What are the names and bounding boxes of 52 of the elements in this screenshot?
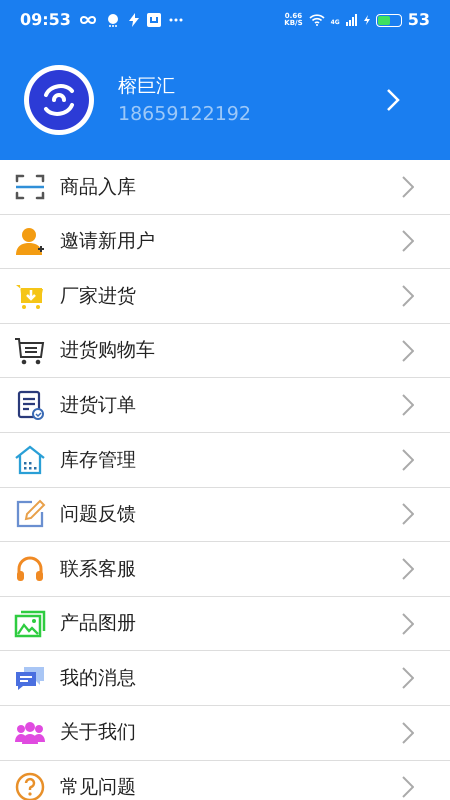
battery-icon <box>376 14 402 26</box>
app-icon <box>146 13 161 27</box>
more-icon <box>168 18 183 22</box>
menu-item[interactable]: 库存管理 <box>0 432 450 488</box>
chevron-right-icon <box>402 284 414 307</box>
charging-icon <box>364 15 370 25</box>
menu-item[interactable]: 厂家进货 <box>0 269 450 324</box>
chevron-right-icon <box>402 340 414 362</box>
wifi-icon <box>308 14 325 26</box>
warehouse-icon <box>14 444 46 476</box>
chevron-right-icon <box>402 612 414 635</box>
menu-item[interactable]: 进货购物车 <box>0 324 450 378</box>
menu-label: 邀请新用户 <box>60 229 156 254</box>
menu-label: 进货购物车 <box>60 338 156 364</box>
menu-label: 产品图册 <box>60 611 137 636</box>
battery-percent: 53 <box>408 9 430 31</box>
menu-label: 进货订单 <box>60 392 137 418</box>
menu-item[interactable]: 联系客服 <box>0 542 450 597</box>
chevron-right-icon <box>402 394 414 416</box>
chevron-right-icon <box>402 722 414 744</box>
menu-item[interactable]: 邀请新用户 <box>0 214 450 270</box>
clock: 09:53 <box>20 9 71 31</box>
user-name: 榕巨汇 <box>118 74 176 98</box>
menu-item[interactable]: 关于我们 <box>0 706 450 761</box>
chevron-right-icon <box>402 448 414 471</box>
menu-item[interactable]: 产品图册 <box>0 596 450 652</box>
menu-label: 联系客服 <box>60 556 137 582</box>
chevron-right-icon <box>402 230 414 252</box>
lightning-icon <box>128 13 139 27</box>
menu-item[interactable]: 进货订单 <box>0 378 450 433</box>
phone-number: 18659122192 <box>118 102 252 127</box>
signal-icon <box>346 14 358 26</box>
user-add-icon <box>14 225 46 258</box>
chevron-right-icon[interactable] <box>386 88 400 112</box>
menu-label: 关于我们 <box>60 720 137 746</box>
menu-label: 常见问题 <box>60 775 137 800</box>
infinity-icon <box>78 15 97 25</box>
chevron-right-icon <box>402 776 414 798</box>
menu-label: 厂家进货 <box>60 284 137 309</box>
menu-item[interactable]: 常见问题 <box>0 760 450 800</box>
chevron-right-icon <box>402 558 414 580</box>
menu-label: 库存管理 <box>60 448 137 473</box>
question-icon <box>14 771 46 800</box>
menu-label: 商品入库 <box>60 174 137 200</box>
menu-item[interactable]: 问题反馈 <box>0 488 450 542</box>
menu-label: 我的消息 <box>60 666 137 691</box>
menu-item[interactable]: 我的消息 <box>0 651 450 706</box>
menu-label: 问题反馈 <box>60 502 137 528</box>
chevron-right-icon <box>402 176 414 198</box>
chevron-right-icon <box>402 667 414 690</box>
chevron-right-icon <box>402 503 414 526</box>
menu-item[interactable]: 商品入库 <box>0 160 450 215</box>
